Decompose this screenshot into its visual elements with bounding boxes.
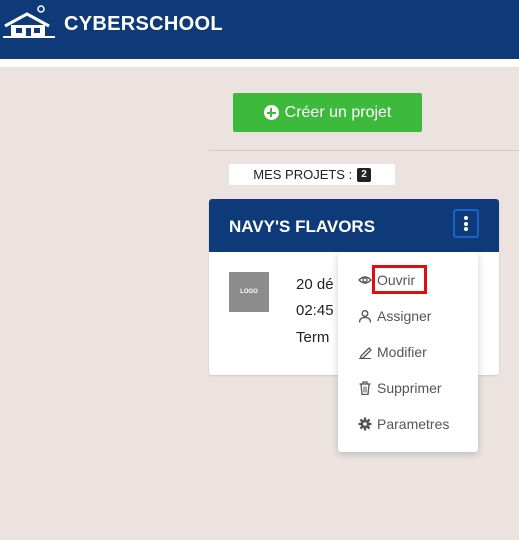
plus-circle-icon (263, 105, 279, 120)
trash-icon (359, 381, 371, 395)
eye-icon (358, 276, 372, 284)
project-card-header: NAVY'S FLAVORS (209, 199, 499, 252)
highlight-box (372, 265, 427, 294)
menu-item-delete-label: Supprimer (377, 380, 442, 396)
project-status: Term (296, 329, 330, 346)
create-project-button[interactable]: Créer un projet (233, 93, 422, 132)
header-strip (0, 59, 519, 67)
projects-count-badge: 2 (357, 167, 371, 182)
projects-label: MES PROJETS : (253, 167, 353, 182)
project-logo: LOGO (229, 272, 269, 312)
divider (209, 150, 519, 151)
menu-item-assign[interactable]: Assigner (338, 303, 478, 329)
school-building-icon[interactable] (3, 4, 57, 40)
pencil-icon (359, 347, 372, 359)
create-project-label: Créer un projet (284, 103, 392, 121)
project-date: 20 dé (296, 276, 334, 293)
brand-name: CYBERSCHOOL (64, 13, 223, 35)
menu-item-edit-label: Modifier (377, 344, 427, 360)
menu-item-edit[interactable]: Modifier (338, 339, 478, 365)
projects-section-label: MES PROJETS : 2 (229, 164, 395, 185)
user-icon (358, 310, 372, 323)
menu-item-settings-label: Parametres (377, 416, 450, 432)
menu-item-delete[interactable]: Supprimer (338, 375, 478, 401)
project-title: NAVY'S FLAVORS (229, 217, 376, 236)
menu-item-assign-label: Assigner (377, 308, 432, 324)
gear-icon (358, 417, 372, 431)
more-options-icon[interactable] (453, 209, 479, 238)
menu-item-settings[interactable]: Parametres (338, 411, 478, 437)
project-time: 02:45 (296, 302, 334, 319)
top-bar: CYBERSCHOOL (0, 0, 519, 59)
